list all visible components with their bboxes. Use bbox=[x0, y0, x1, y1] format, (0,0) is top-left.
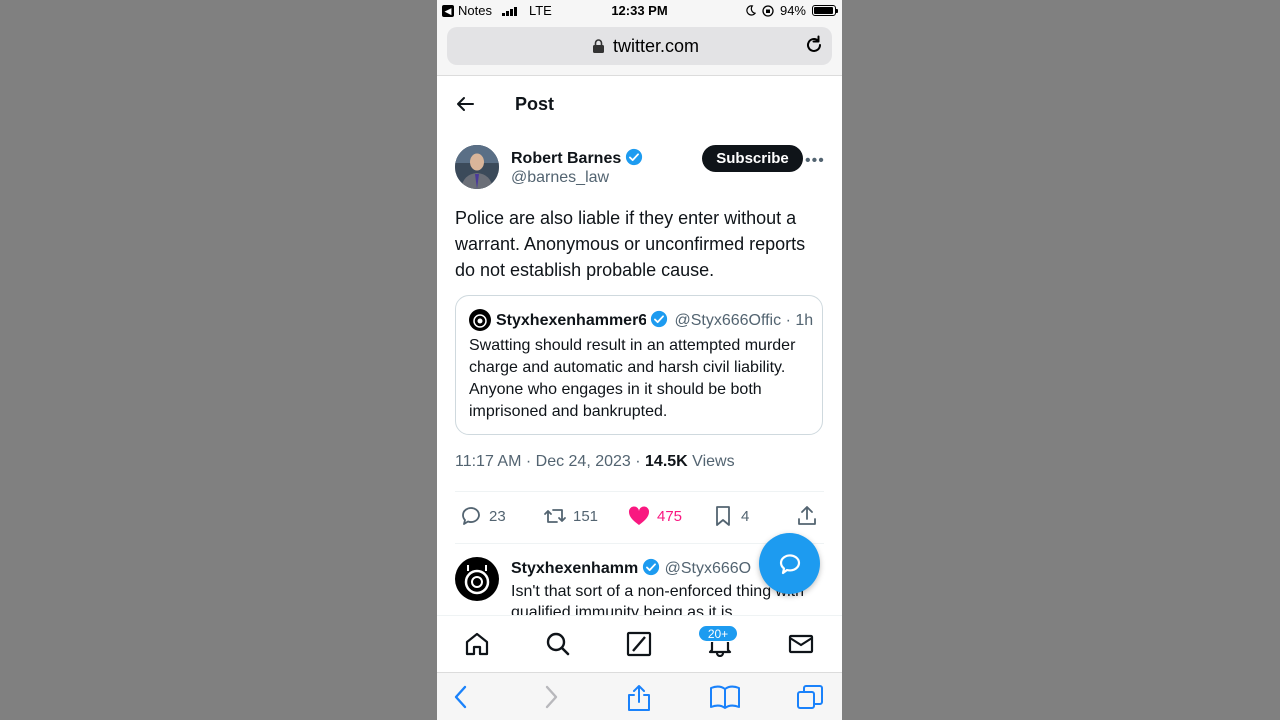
quote-text: Swatting should result in an attempted m… bbox=[469, 337, 796, 420]
like-count: 475 bbox=[657, 507, 683, 525]
page-title: Post bbox=[515, 94, 555, 114]
author-handle[interactable]: @barnes_law bbox=[511, 169, 609, 187]
reply-author-name[interactable]: Styxhexenhamm bbox=[511, 560, 638, 578]
views-label: Views bbox=[687, 453, 735, 470]
tweet-timestamp[interactable]: 11:17 AM · Dec 24, 2023 · bbox=[455, 453, 645, 470]
browser-forward-icon[interactable] bbox=[542, 684, 560, 710]
moon-icon bbox=[746, 5, 756, 16]
status-bar: ◀ Notes LTE 12:33 PM 94% bbox=[437, 0, 842, 22]
tweet-actions: 23 151 475 4 bbox=[437, 504, 842, 532]
quote-author-name: Styxhexenhammer6 bbox=[496, 312, 646, 329]
author-avatar[interactable] bbox=[455, 145, 499, 189]
lock-icon bbox=[593, 39, 604, 53]
reply-header: Styxhexenhamm @Styx666O bbox=[511, 558, 761, 578]
retweet-icon bbox=[544, 509, 566, 523]
browser-back-icon[interactable] bbox=[452, 684, 470, 710]
battery-icon bbox=[812, 5, 838, 16]
grok-icon[interactable] bbox=[626, 631, 652, 657]
bottom-navigation: 20+ bbox=[437, 615, 842, 672]
speech-bubble-icon bbox=[779, 553, 800, 574]
phone-screen: ◀ Notes LTE 12:33 PM 94% twitter.com Pos… bbox=[437, 0, 842, 720]
share-icon bbox=[798, 506, 816, 525]
home-icon[interactable] bbox=[464, 631, 490, 657]
url-text: twitter.com bbox=[613, 36, 700, 56]
bookmarks-book-icon[interactable] bbox=[709, 684, 741, 710]
retweet-button[interactable]: 151 bbox=[543, 504, 598, 528]
verified-badge-icon bbox=[650, 310, 668, 328]
bookmark-button[interactable]: 4 bbox=[711, 504, 749, 528]
quote-avatar bbox=[469, 309, 491, 331]
quoted-tweet[interactable]: Styxhexenhammer6 @Styx666Offic · 1h Swat… bbox=[455, 295, 823, 435]
divider bbox=[455, 491, 824, 492]
quote-time: · 1h bbox=[785, 312, 814, 329]
browser-share-icon[interactable] bbox=[626, 684, 652, 712]
reload-icon[interactable] bbox=[804, 35, 824, 55]
reply-button[interactable]: 23 bbox=[459, 504, 506, 528]
quote-author-handle: @Styx666Offic bbox=[674, 312, 782, 329]
like-button[interactable]: 475 bbox=[627, 504, 682, 528]
views-count: 14.5K bbox=[645, 453, 688, 470]
back-arrow-icon[interactable] bbox=[455, 94, 475, 114]
tweet-meta: 11:17 AM · Dec 24, 2023 · 14.5K Views bbox=[455, 453, 735, 471]
status-right: 94% bbox=[745, 3, 838, 18]
author-name[interactable]: Robert Barnes bbox=[511, 148, 643, 168]
messages-icon[interactable] bbox=[788, 631, 814, 657]
search-icon[interactable] bbox=[545, 631, 571, 657]
verified-badge-icon bbox=[643, 558, 660, 576]
reply-count: 23 bbox=[489, 507, 506, 525]
author-name-text: Robert Barnes bbox=[511, 150, 622, 167]
browser-address-area: twitter.com bbox=[437, 22, 842, 76]
share-button[interactable] bbox=[795, 504, 819, 528]
compose-reply-button[interactable] bbox=[759, 533, 820, 594]
reply-author-handle[interactable]: @Styx666O bbox=[665, 560, 752, 577]
subscribe-button[interactable]: Subscribe bbox=[702, 145, 803, 172]
verified-badge-icon bbox=[626, 148, 643, 166]
quote-header: Styxhexenhammer6 @Styx666Offic · 1h bbox=[496, 310, 814, 330]
page-header: Post bbox=[437, 76, 842, 132]
address-bar[interactable]: twitter.com bbox=[447, 27, 832, 65]
author-photo bbox=[455, 145, 499, 189]
bookmark-icon bbox=[716, 506, 730, 526]
tweet-text: Police are also liable if they enter wit… bbox=[455, 208, 806, 280]
bookmark-count: 4 bbox=[741, 507, 750, 525]
more-options-icon[interactable]: ••• bbox=[805, 152, 825, 170]
retweet-count: 151 bbox=[573, 507, 599, 525]
battery-label: 94% bbox=[779, 3, 806, 18]
tabs-icon[interactable] bbox=[796, 684, 824, 710]
browser-toolbar bbox=[437, 672, 842, 720]
orientation-lock-icon bbox=[762, 4, 774, 17]
heart-icon bbox=[628, 506, 650, 525]
reply-avatar[interactable] bbox=[455, 557, 499, 601]
notifications-badge: 20+ bbox=[698, 625, 738, 642]
reply-icon bbox=[462, 507, 480, 525]
